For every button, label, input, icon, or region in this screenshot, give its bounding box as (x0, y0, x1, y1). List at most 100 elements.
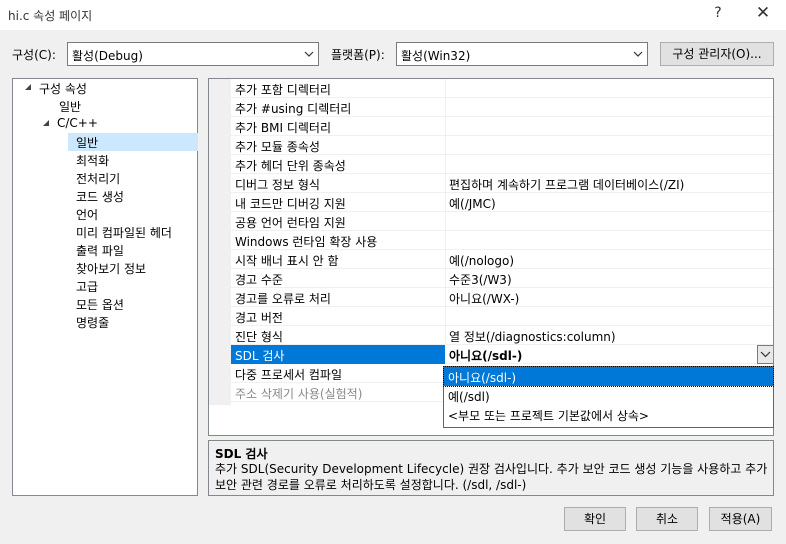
property-value: 예(/nologo) (449, 254, 515, 268)
cancel-button[interactable]: 취소 (636, 507, 698, 531)
tree-item-optimization[interactable]: 최적화 (76, 152, 109, 170)
tree-item-label: 출력 파일 (76, 244, 124, 258)
description-text: 추가 SDL(Security Development Lifecycle) 권… (215, 462, 768, 492)
window-title: hi.c 속성 페이지 (8, 9, 93, 23)
column-divider (445, 250, 446, 269)
property-name: 진단 형식 (235, 330, 283, 344)
grid-row[interactable]: 진단 형식 열 정보(/diagnostics:column) (231, 326, 773, 345)
property-value: 편집하며 계속하기 프로그램 데이터베이스(/ZI) (449, 178, 685, 192)
config-combo[interactable]: 활성(Debug) (67, 42, 319, 66)
column-divider (445, 212, 446, 231)
grid-row[interactable]: 경고 버전 (231, 307, 773, 326)
config-label: 구성(C): (12, 48, 56, 62)
property-name: Windows 런타임 확장 사용 (235, 235, 378, 249)
grid-row[interactable]: 내 코드만 디버깅 지원 예(/JMC) (231, 193, 773, 212)
tree-item-advanced[interactable]: 고급 (76, 278, 98, 296)
tree-item-label: 찾아보기 정보 (76, 262, 147, 276)
column-divider (445, 155, 446, 174)
grid-row[interactable]: 시작 배너 표시 안 함 예(/nologo) (231, 250, 773, 269)
platform-label: 플랫폼(P): (331, 48, 385, 62)
tree-item-label: 고급 (76, 280, 99, 294)
column-divider (445, 231, 446, 250)
expanded-triangle-icon[interactable] (23, 82, 33, 92)
grid-row[interactable]: 디버그 정보 형식 편집하며 계속하기 프로그램 데이터베이스(/ZI) (231, 174, 773, 193)
property-name: 디버그 정보 형식 (235, 178, 320, 192)
grid-row[interactable]: 공용 언어 런타임 지원 (231, 212, 773, 231)
value-dropdown-list[interactable]: 아니요(/sdl-) 예(/sdl) <부모 또는 프로젝트 기본값에서 상속> (443, 366, 774, 428)
tree-item-label: 모든 옵션 (76, 298, 124, 312)
grid-row[interactable]: 추가 포함 디렉터리 (231, 79, 773, 98)
ok-label: 확인 (583, 512, 607, 526)
close-button[interactable]: ✕ (752, 3, 774, 23)
dropdown-option[interactable]: <부모 또는 프로젝트 기본값에서 상속> (444, 405, 773, 424)
column-divider (445, 193, 446, 212)
value-dropdown-button[interactable] (757, 345, 773, 364)
column-divider (445, 117, 446, 136)
grid-row-selected[interactable]: SDL 검사 아니요(/sdl-) (231, 345, 773, 364)
cancel-label: 취소 (655, 512, 679, 526)
tree-item-label: 최적화 (76, 154, 110, 168)
tree-item-label: 일반 (59, 100, 82, 114)
property-value: 아니요(/WX-) (449, 292, 520, 306)
dropdown-option[interactable]: 예(/sdl) (444, 386, 773, 405)
description-panel: SDL 검사 추가 SDL(Security Development Lifec… (208, 440, 774, 496)
dropdown-option-label: 아니요(/sdl-) (448, 371, 517, 385)
title-bar: hi.c 속성 페이지 ? ✕ (0, 0, 786, 30)
column-divider (445, 326, 446, 345)
dropdown-option-label: 예(/sdl) (448, 390, 490, 404)
property-name: 추가 BMI 디렉터리 (235, 121, 331, 135)
property-name: 공용 언어 런타임 지원 (235, 216, 346, 230)
column-divider (445, 136, 446, 155)
grid-row[interactable]: Windows 런타임 확장 사용 (231, 231, 773, 250)
config-manager-button[interactable]: 구성 관리자(O)... (660, 42, 774, 66)
tree-item-output-files[interactable]: 출력 파일 (76, 242, 124, 260)
property-value: 예(/JMC) (449, 197, 496, 211)
tree-item-all-options[interactable]: 모든 옵션 (76, 296, 124, 314)
tree-item-label: 언어 (76, 208, 99, 222)
property-name: 추가 포함 디렉터리 (235, 83, 331, 97)
tree-item-general[interactable]: 일반 (59, 98, 81, 116)
column-divider (445, 174, 446, 193)
property-name: 경고 버전 (235, 311, 283, 325)
tree-item-label: 전처리기 (76, 172, 121, 186)
grid-row[interactable]: 추가 BMI 디렉터리 (231, 117, 773, 136)
platform-combo-value: 활성(Win32) (401, 49, 471, 63)
platform-combo[interactable]: 활성(Win32) (396, 42, 648, 66)
column-divider (445, 79, 446, 98)
grid-row[interactable]: 추가 모듈 종속성 (231, 136, 773, 155)
grid-row[interactable]: 경고 수준 수준3(/W3) (231, 269, 773, 288)
property-name: 추가 모듈 종속성 (235, 140, 320, 154)
chevron-down-icon (304, 51, 314, 57)
help-button[interactable]: ? (712, 5, 724, 21)
config-manager-label: 구성 관리자(O)... (672, 47, 762, 61)
property-name: SDL 검사 (235, 349, 285, 363)
grid-row[interactable]: 경고를 오류로 처리 아니요(/WX-) (231, 288, 773, 307)
property-name: 추가 헤더 단위 종속성 (235, 159, 346, 173)
property-name: 경고를 오류로 처리 (235, 292, 331, 306)
tree-item-preprocessor[interactable]: 전처리기 (76, 170, 120, 188)
chevron-down-icon (760, 351, 771, 358)
tree-item-browse-info[interactable]: 찾아보기 정보 (76, 260, 146, 278)
tree-item-language[interactable]: 언어 (76, 206, 98, 224)
chevron-down-icon (633, 51, 643, 57)
grid-row[interactable]: 추가 헤더 단위 종속성 (231, 155, 773, 174)
property-name: 경고 수준 (235, 273, 283, 287)
config-combo-value: 활성(Debug) (72, 49, 143, 63)
tree-item-code-generation[interactable]: 코드 생성 (76, 188, 124, 206)
property-value: 수준3(/W3) (449, 273, 512, 287)
tree-item-command-line[interactable]: 명령줄 (76, 314, 109, 332)
property-name: 시작 배너 표시 안 함 (235, 254, 339, 268)
grid-row[interactable]: 추가 #using 디렉터리 (231, 98, 773, 117)
tree-item-label: 명령줄 (76, 316, 110, 330)
column-divider (445, 98, 446, 117)
tree-item-cpp-general[interactable]: 일반 (76, 134, 98, 152)
dropdown-option[interactable]: 아니요(/sdl-) (443, 366, 774, 387)
property-value: 열 정보(/diagnostics:column) (449, 330, 616, 344)
ok-button[interactable]: 확인 (564, 507, 626, 531)
grid-gutter (209, 79, 231, 405)
column-divider (445, 269, 446, 288)
tree-item-precompiled-headers[interactable]: 미리 컴파일된 헤더 (76, 224, 172, 242)
expanded-triangle-icon[interactable] (41, 118, 51, 128)
property-value-combo[interactable]: 아니요(/sdl-) (449, 347, 522, 364)
apply-button[interactable]: 적용(A) (709, 507, 772, 531)
